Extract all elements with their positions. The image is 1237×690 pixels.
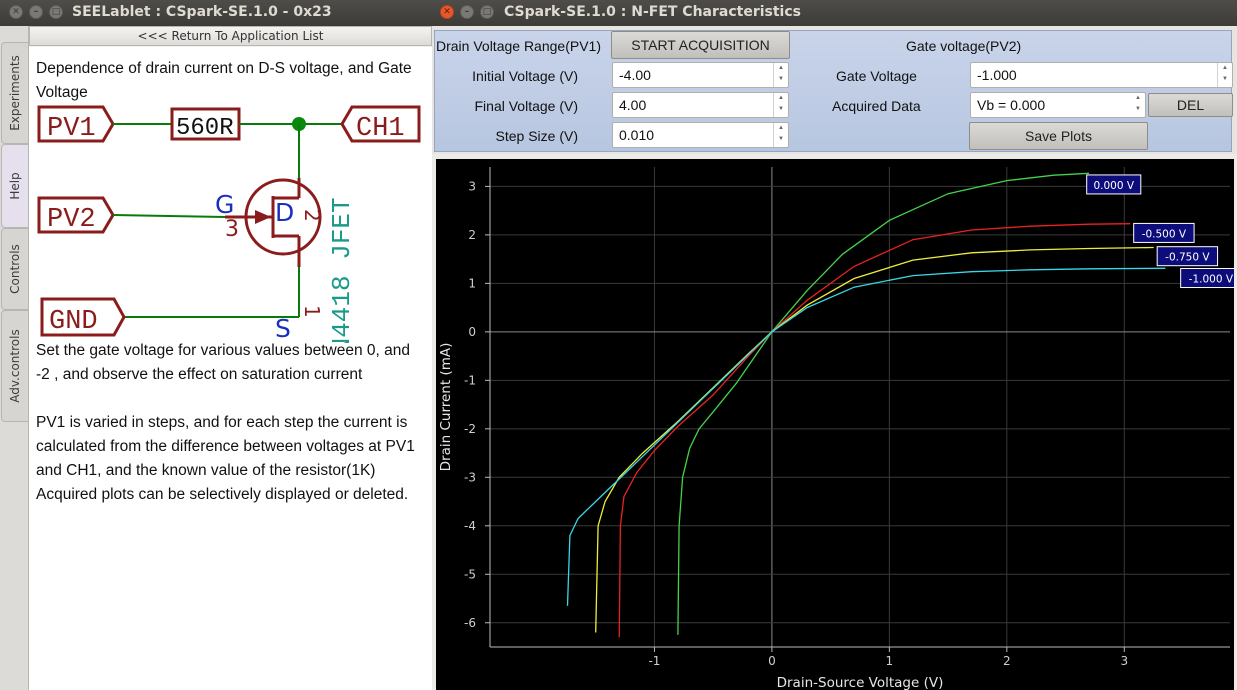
seelablet-window: ✕ – □ SEELablet : CSpark-SE.1.0 - 0x23 E… bbox=[0, 0, 432, 690]
svg-text:G: G bbox=[215, 190, 234, 219]
minimize-button[interactable]: – bbox=[29, 5, 43, 19]
nfet-characteristics-plot[interactable]: -1 0 1 2 3 -6 -5 -4 -3 -2 -1 0 1 2 3 0.000 V -0.500 V -0.… bbox=[436, 159, 1234, 690]
y-tick-label: -2 bbox=[464, 422, 476, 436]
spin-arrows-icon[interactable]: ▲ ▼ bbox=[773, 123, 788, 147]
svg-text:PV1: PV1 bbox=[47, 114, 96, 144]
control-panel: Drain Voltage Range(PV1) START ACQUISITI… bbox=[432, 26, 1237, 154]
y-tick-label: -6 bbox=[464, 616, 476, 630]
close-button[interactable]: ✕ bbox=[9, 5, 23, 19]
svg-text:1: 1 bbox=[300, 305, 324, 318]
spin-arrows-icon[interactable]: ▲ ▼ bbox=[773, 93, 788, 117]
save-plots-button[interactable]: Save Plots bbox=[969, 122, 1148, 150]
y-tick-label: -4 bbox=[464, 519, 476, 533]
plot-frame: -1 0 1 2 3 -6 -5 -4 -3 -2 -1 0 1 2 3 0.000 V -0.500 V -0.… bbox=[432, 154, 1237, 690]
close-button[interactable]: ✕ bbox=[440, 5, 454, 19]
curve-label: -0.750 V bbox=[1165, 252, 1210, 264]
y-tick-label: 3 bbox=[468, 179, 476, 193]
initial-voltage-label: Initial Voltage (V) bbox=[472, 68, 578, 84]
nfet-window: ✕ – □ CSpark-SE.1.0 : N-FET Characterist… bbox=[432, 0, 1237, 690]
y-tick-label: -3 bbox=[464, 470, 476, 484]
window-title: CSpark-SE.1.0 : N-FET Characteristics bbox=[504, 4, 801, 20]
left-titlebar[interactable]: ✕ – □ SEELablet : CSpark-SE.1.0 - 0x23 bbox=[0, 0, 432, 26]
gate-voltage-header: Gate voltage(PV2) bbox=[906, 38, 1022, 54]
svg-text:2: 2 bbox=[300, 209, 324, 222]
x-tick-label: -1 bbox=[648, 654, 660, 668]
step-size-label: Step Size (V) bbox=[495, 128, 578, 144]
svg-text:CH1: CH1 bbox=[356, 114, 405, 144]
minimize-icon: – bbox=[33, 7, 39, 17]
final-voltage-label: Final Voltage (V) bbox=[474, 98, 579, 114]
pv2-terminal: PV2 bbox=[37, 196, 115, 235]
x-tick-label: 3 bbox=[1120, 654, 1128, 668]
return-to-app-list-button[interactable]: <<< Return To Application List bbox=[29, 26, 432, 46]
y-tick-label: 2 bbox=[468, 228, 476, 242]
minimize-icon: – bbox=[464, 7, 470, 17]
close-icon: ✕ bbox=[443, 7, 451, 17]
svg-text:560R: 560R bbox=[176, 115, 234, 142]
help-panel: Dependence of drain current on D-S volta… bbox=[29, 47, 432, 690]
acquired-data-label: Acquired Data bbox=[832, 98, 921, 114]
curve-label: 0.000 V bbox=[1093, 180, 1134, 192]
right-titlebar[interactable]: ✕ – □ CSpark-SE.1.0 : N-FET Characterist… bbox=[432, 0, 1237, 26]
wire-pv2 bbox=[112, 214, 226, 218]
x-tick-label: 0 bbox=[768, 654, 776, 668]
maximize-icon: □ bbox=[51, 7, 61, 17]
help-paragraph-gate: Set the gate voltage for various values … bbox=[36, 342, 410, 383]
y-tick-label: 1 bbox=[468, 276, 476, 290]
x-axis-label: Drain-Source Voltage (V) bbox=[777, 675, 944, 690]
help-intro: Dependence of drain current on D-S volta… bbox=[36, 60, 412, 101]
svg-text:3: 3 bbox=[225, 217, 239, 242]
del-button[interactable]: DEL bbox=[1148, 93, 1233, 117]
drain-range-label: Drain Voltage Range(PV1) bbox=[436, 38, 601, 54]
tab-controls[interactable]: Controls bbox=[1, 228, 29, 310]
spin-arrows-icon[interactable]: ▲ ▼ bbox=[773, 63, 788, 87]
acquired-data-combo[interactable]: Vb = 0.000 ▲ ▼ bbox=[970, 92, 1146, 118]
tab-help[interactable]: Help bbox=[1, 144, 29, 228]
combo-arrows-icon[interactable]: ▲ ▼ bbox=[1131, 93, 1145, 117]
resistor-560r: 560R bbox=[170, 107, 241, 142]
gate-voltage-spinbox[interactable]: -1.000 ▲ ▼ bbox=[970, 62, 1233, 88]
y-axis-label: Drain Current (mA) bbox=[438, 343, 454, 472]
spin-arrows-icon[interactable]: ▲ ▼ bbox=[1217, 63, 1232, 87]
ch1-terminal: CH1 bbox=[340, 105, 421, 144]
maximize-button[interactable]: □ bbox=[49, 5, 63, 19]
svg-text:D: D bbox=[275, 198, 294, 227]
window-title: SEELablet : CSpark-SE.1.0 - 0x23 bbox=[72, 4, 332, 20]
pv1-terminal: PV1 bbox=[37, 105, 115, 144]
jfet-symbol bbox=[225, 178, 322, 267]
maximize-button[interactable]: □ bbox=[480, 5, 494, 19]
tab-adv-controls[interactable]: Adv.controls bbox=[1, 310, 29, 422]
vertical-tab-bar: Experiments Help Controls Adv.controls bbox=[0, 26, 29, 690]
help-paragraph-method: PV1 is varied in steps, and for each ste… bbox=[36, 414, 415, 503]
svg-text:GND: GND bbox=[49, 307, 98, 337]
x-tick-label: 2 bbox=[1003, 654, 1011, 668]
step-size-spinbox[interactable]: 0.010 ▲ ▼ bbox=[612, 122, 789, 148]
gate-voltage-label: Gate Voltage bbox=[836, 68, 917, 84]
y-tick-label: 0 bbox=[468, 325, 476, 339]
initial-voltage-spinbox[interactable]: -4.00 ▲ ▼ bbox=[612, 62, 789, 88]
maximize-icon: □ bbox=[482, 7, 492, 17]
y-tick-label: -5 bbox=[464, 567, 476, 581]
curve-label: -1.000 V bbox=[1189, 274, 1234, 286]
gnd-terminal: GND bbox=[40, 297, 126, 337]
jfet-schematic: PV1 560R CH1 D G S 3 2 1 2N4418 JFET PV2… bbox=[37, 105, 421, 343]
y-tick-label: -1 bbox=[464, 373, 476, 387]
minimize-button[interactable]: – bbox=[460, 5, 474, 19]
tab-experiments[interactable]: Experiments bbox=[1, 42, 29, 144]
final-voltage-spinbox[interactable]: 4.00 ▲ ▼ bbox=[612, 92, 789, 118]
close-icon: ✕ bbox=[12, 7, 20, 17]
part-label: 2N4418 JFET bbox=[327, 197, 357, 343]
svg-text:PV2: PV2 bbox=[47, 205, 96, 235]
curve-label: -0.500 V bbox=[1142, 228, 1187, 240]
plot-background bbox=[436, 159, 1234, 690]
start-acquisition-button[interactable]: START ACQUISITION bbox=[611, 31, 790, 59]
x-tick-label: 1 bbox=[886, 654, 894, 668]
